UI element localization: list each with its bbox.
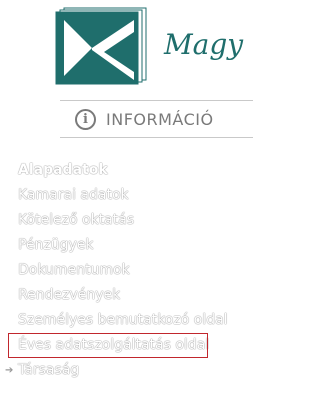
menu-item-kamarai-adatok[interactable]: Kamarai adatok <box>0 183 253 208</box>
menu-item-tarsasag[interactable]: ➔ Társaság <box>0 358 253 383</box>
menu-item-penzugyek[interactable]: Pénzügyek <box>0 233 253 258</box>
menu-item-szemelyes-bemutatkozo-oldal[interactable]: Személyes bemutatkozó oldal <box>0 308 253 333</box>
brand-name: Magy <box>164 28 244 61</box>
menu-item-eves-adatszolgaltatas-oldal[interactable]: Éves adatszolgáltatás oldal <box>8 333 209 358</box>
info-label: INFORMÁCIÓ <box>106 110 214 129</box>
header: Magy <box>0 0 253 92</box>
menu-item-rendezvenyek[interactable]: Rendezvények <box>0 283 253 308</box>
logo[interactable] <box>50 6 150 86</box>
info-icon: i <box>75 109 96 130</box>
menu-item-dokumentumok[interactable]: Dokumentumok <box>0 258 253 283</box>
info-bar[interactable]: i INFORMÁCIÓ <box>60 100 253 138</box>
menu-title[interactable]: Alapadatok <box>0 158 253 183</box>
side-menu: Alapadatok Kamarai adatok Kötelező oktat… <box>0 158 253 383</box>
arrow-right-icon: ➔ <box>5 365 14 376</box>
menu-item-kotelezo-oktatas[interactable]: Kötelező oktatás <box>0 208 253 233</box>
